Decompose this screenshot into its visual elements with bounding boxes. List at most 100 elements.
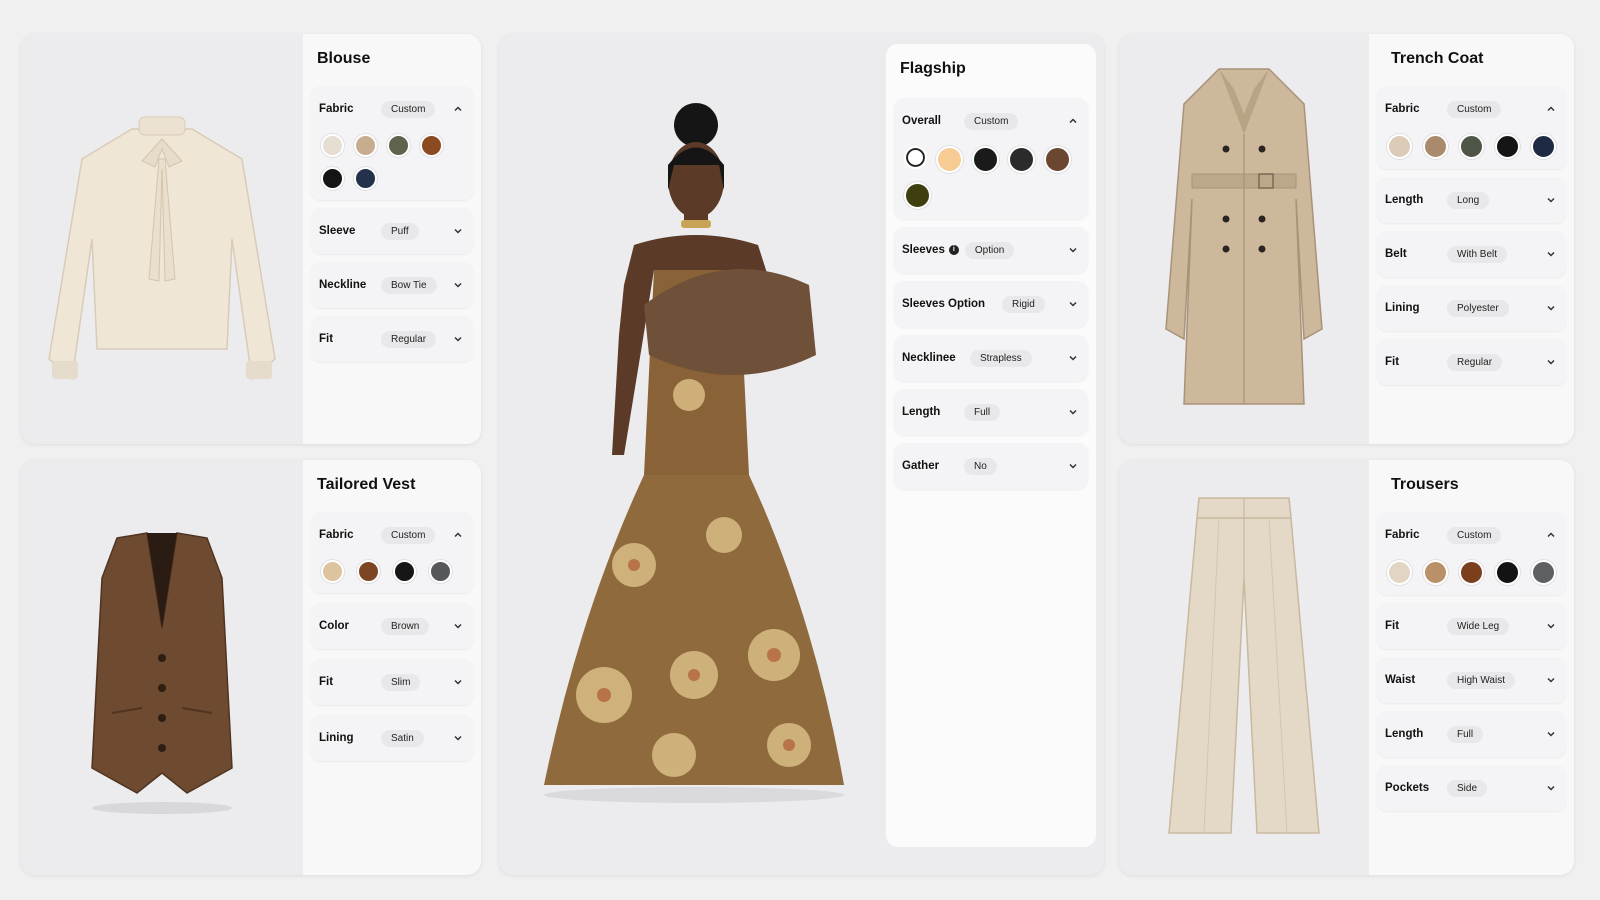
swatch[interactable]: [321, 560, 344, 583]
chevron-down-icon[interactable]: [1068, 353, 1078, 363]
sleeves-row[interactable]: Sleeves i Option: [894, 227, 1088, 273]
swatch[interactable]: [354, 134, 377, 157]
value-chip[interactable]: Side: [1447, 779, 1488, 797]
neckline-row[interactable]: Neckline Bow Tie: [311, 262, 473, 308]
swatch[interactable]: [429, 560, 452, 583]
swatch[interactable]: [1531, 134, 1556, 159]
fit-row[interactable]: Fit Slim: [311, 659, 473, 705]
value-chip[interactable]: Long: [1447, 191, 1490, 209]
swatch[interactable]: [354, 167, 377, 190]
swatch[interactable]: [972, 146, 999, 173]
chevron-down-icon[interactable]: [453, 733, 463, 743]
swatch[interactable]: [1387, 134, 1412, 159]
swatch[interactable]: [420, 134, 443, 157]
chevron-down-icon[interactable]: [1546, 249, 1556, 259]
swatch[interactable]: [321, 134, 344, 157]
swatch[interactable]: [1495, 134, 1520, 159]
chevron-up-icon[interactable]: [453, 104, 463, 114]
swatch[interactable]: [1044, 146, 1071, 173]
swatch[interactable]: [1423, 560, 1448, 585]
waist-row[interactable]: Waist High Waist: [1377, 657, 1566, 703]
value-chip[interactable]: Puff: [381, 222, 419, 240]
swatch[interactable]: [1459, 134, 1484, 159]
swatch[interactable]: [1423, 134, 1448, 159]
chevron-down-icon[interactable]: [1546, 675, 1556, 685]
swatch[interactable]: [1387, 560, 1412, 585]
swatch[interactable]: [1459, 560, 1484, 585]
overall-row[interactable]: Overall Custom: [894, 98, 1088, 219]
value-chip[interactable]: Custom: [964, 112, 1019, 130]
chevron-up-icon[interactable]: [1546, 530, 1556, 540]
chevron-down-icon[interactable]: [1068, 299, 1078, 309]
chevron-down-icon[interactable]: [1546, 195, 1556, 205]
chevron-down-icon[interactable]: [1546, 357, 1556, 367]
fabric-row[interactable]: Fabric Custom: [1377, 512, 1566, 595]
length-row[interactable]: Length Long: [1377, 177, 1566, 223]
chevron-up-icon[interactable]: [1546, 104, 1556, 114]
fabric-row[interactable]: Fabric Custom: [311, 86, 473, 200]
value-chip[interactable]: With Belt: [1447, 245, 1508, 263]
fit-row[interactable]: Fit Regular: [1377, 339, 1566, 385]
chevron-up-icon[interactable]: [1068, 116, 1078, 126]
value-chip[interactable]: Custom: [1447, 100, 1502, 118]
chevron-down-icon[interactable]: [453, 280, 463, 290]
chevron-down-icon[interactable]: [1546, 621, 1556, 631]
lining-row[interactable]: Lining Polyester: [1377, 285, 1566, 331]
chevron-up-icon[interactable]: [453, 530, 463, 540]
length-row[interactable]: Length Full: [894, 389, 1088, 435]
swatch[interactable]: [936, 146, 963, 173]
fit-row[interactable]: Fit Wide Leg: [1377, 603, 1566, 649]
chevron-down-icon[interactable]: [453, 226, 463, 236]
fabric-row[interactable]: Fabric Custom: [1377, 86, 1566, 169]
value-chip[interactable]: Full: [1447, 725, 1484, 743]
chevron-down-icon[interactable]: [1546, 729, 1556, 739]
value-chip[interactable]: Option: [964, 241, 1015, 259]
length-row[interactable]: Length Full: [1377, 711, 1566, 757]
swatch[interactable]: [393, 560, 416, 583]
sleeves-option-row[interactable]: Sleeves Option Rigid: [894, 281, 1088, 327]
value-chip[interactable]: Custom: [381, 526, 436, 544]
swatch[interactable]: [1531, 560, 1556, 585]
value-chip[interactable]: Brown: [381, 617, 430, 635]
fit-row[interactable]: Fit Regular: [311, 316, 473, 362]
swatch[interactable]: [1495, 560, 1520, 585]
chevron-down-icon[interactable]: [1546, 783, 1556, 793]
sleeve-row[interactable]: Sleeve Puff: [311, 208, 473, 254]
chevron-down-icon[interactable]: [1068, 461, 1078, 471]
vest-panel: Tailored Vest Fabric Custom Color Brown …: [303, 460, 481, 875]
value-chip[interactable]: Wide Leg: [1447, 617, 1510, 635]
info-icon[interactable]: i: [948, 245, 959, 255]
value-chip[interactable]: Strapless: [970, 349, 1032, 367]
swatch[interactable]: [321, 167, 344, 190]
chevron-down-icon[interactable]: [453, 677, 463, 687]
value-chip[interactable]: Regular: [381, 330, 437, 348]
value-chip[interactable]: No: [964, 457, 997, 475]
value-chip[interactable]: Rigid: [1002, 295, 1045, 313]
value-chip[interactable]: Custom: [381, 100, 436, 118]
value-chip[interactable]: High Waist: [1447, 671, 1515, 689]
chevron-down-icon[interactable]: [453, 334, 463, 344]
chevron-down-icon[interactable]: [1068, 407, 1078, 417]
value-chip[interactable]: Polyester: [1447, 299, 1509, 317]
swatch[interactable]: [904, 182, 931, 209]
belt-row[interactable]: Belt With Belt: [1377, 231, 1566, 277]
pockets-row[interactable]: Pockets Side: [1377, 765, 1566, 811]
chevron-down-icon[interactable]: [453, 621, 463, 631]
swatch[interactable]: [357, 560, 380, 583]
chevron-down-icon[interactable]: [1546, 303, 1556, 313]
value-chip[interactable]: Custom: [1447, 526, 1502, 544]
value-chip[interactable]: Satin: [381, 729, 424, 747]
value-chip[interactable]: Bow Tie: [381, 276, 437, 294]
color-row[interactable]: Color Brown: [311, 603, 473, 649]
lining-row[interactable]: Lining Satin: [311, 715, 473, 761]
swatch-selected[interactable]: [904, 146, 927, 169]
neckline-row[interactable]: Necklinee Strapless: [894, 335, 1088, 381]
value-chip[interactable]: Full: [964, 403, 1001, 421]
chevron-down-icon[interactable]: [1068, 245, 1078, 255]
gather-row[interactable]: Gather No: [894, 443, 1088, 489]
swatch[interactable]: [387, 134, 410, 157]
value-chip[interactable]: Slim: [381, 673, 421, 691]
value-chip[interactable]: Regular: [1447, 353, 1503, 371]
swatch[interactable]: [1008, 146, 1035, 173]
fabric-row[interactable]: Fabric Custom: [311, 512, 473, 593]
